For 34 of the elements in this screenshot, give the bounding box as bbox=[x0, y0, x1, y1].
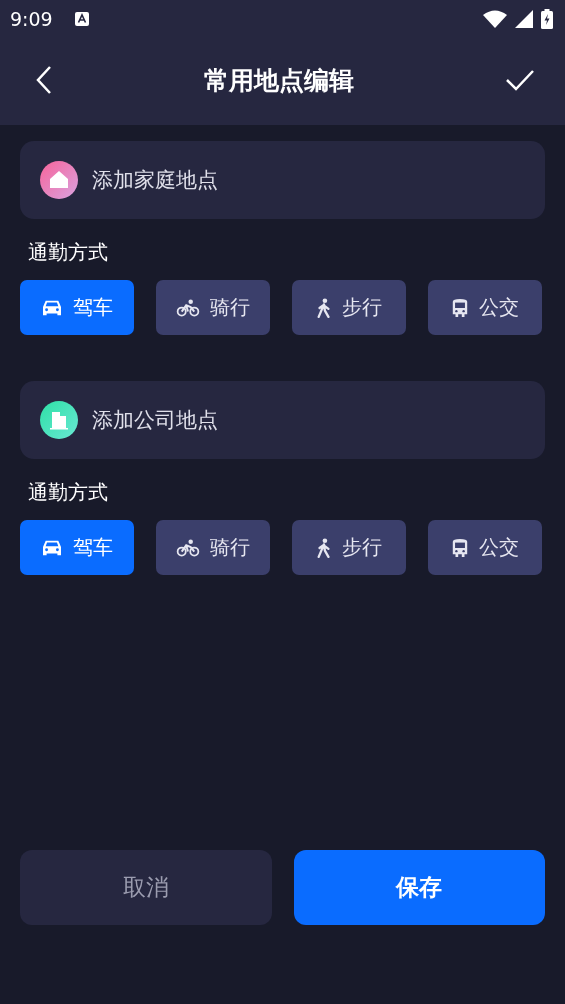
cancel-button[interactable]: 取消 bbox=[20, 850, 272, 925]
car-icon bbox=[41, 538, 63, 557]
home-icon bbox=[40, 161, 78, 199]
status-time: 9:09 bbox=[10, 8, 53, 30]
commute-mode-button[interactable]: 骑行 bbox=[156, 520, 270, 575]
section-label: 通勤方式 bbox=[28, 479, 109, 506]
section-label: 通勤方式 bbox=[28, 239, 109, 266]
car-icon bbox=[41, 298, 63, 317]
notification-icon bbox=[74, 12, 89, 26]
add-place-card[interactable]: 添加公司地点 bbox=[20, 381, 545, 459]
add-place-card[interactable]: 添加家庭地点 bbox=[20, 141, 545, 219]
signal-icon bbox=[515, 10, 533, 28]
page-title: 常用地点编辑 bbox=[203, 64, 354, 97]
bus-icon bbox=[451, 537, 469, 558]
cyclist-icon bbox=[176, 538, 200, 557]
place-label: 添加公司地点 bbox=[92, 407, 218, 434]
back-icon[interactable] bbox=[36, 65, 52, 95]
place-label: 添加家庭地点 bbox=[92, 167, 218, 194]
cyclist-icon bbox=[176, 298, 200, 317]
building-icon bbox=[40, 401, 78, 439]
commute-mode-button[interactable]: 驾车 bbox=[20, 280, 134, 335]
walking-icon bbox=[316, 297, 332, 318]
walking-icon bbox=[316, 537, 332, 558]
bus-icon bbox=[451, 297, 469, 318]
commute-mode-button[interactable]: 步行 bbox=[292, 280, 406, 335]
battery-icon bbox=[541, 9, 553, 29]
commute-mode-button[interactable]: 驾车 bbox=[20, 520, 134, 575]
commute-mode-button[interactable]: 骑行 bbox=[156, 280, 270, 335]
save-button[interactable]: 保存 bbox=[293, 850, 545, 925]
commute-mode-button[interactable]: 公交 bbox=[428, 520, 542, 575]
commute-mode-button[interactable]: 步行 bbox=[292, 520, 406, 575]
commute-mode-button[interactable]: 公交 bbox=[428, 280, 542, 335]
check-icon[interactable] bbox=[505, 69, 535, 91]
wifi-icon bbox=[483, 10, 507, 28]
